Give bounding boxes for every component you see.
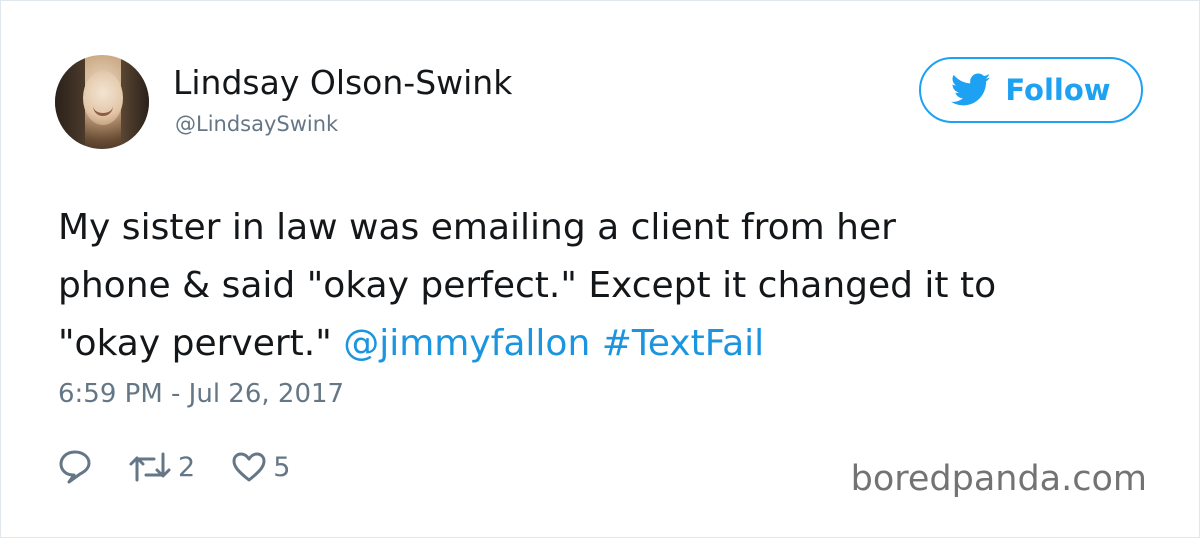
tweet-line-1: My sister in law was emailing a client f…: [58, 207, 896, 248]
follow-button[interactable]: Follow: [919, 57, 1143, 123]
like-count: 5: [273, 451, 291, 483]
avatar-face: [83, 71, 123, 125]
reply-icon: [59, 450, 91, 484]
tweet-timestamp[interactable]: 6:59 PM - Jul 26, 2017: [58, 379, 344, 409]
avatar-hair-right: [121, 55, 149, 149]
tweet-line-3: "okay pervert." @jimmyfallon #TextFail: [58, 315, 1158, 373]
author-display-name[interactable]: Lindsay Olson-Swink: [173, 63, 512, 102]
mention-link[interactable]: @jimmyfallon: [343, 323, 590, 364]
retweet-button[interactable]: 2: [128, 450, 195, 484]
watermark: boredpanda.com: [850, 459, 1147, 499]
hashtag-link[interactable]: #TextFail: [602, 323, 764, 364]
tweet-line-3-text: "okay pervert.": [58, 323, 344, 364]
retweet-count: 2: [178, 451, 196, 483]
tweet-card: Lindsay Olson-Swink @LindsaySwink Follow…: [0, 0, 1200, 538]
twitter-bird-icon: [951, 73, 991, 106]
tweet-text: My sister in law was emailing a client f…: [58, 199, 1158, 373]
avatar[interactable]: [55, 55, 149, 149]
reply-button[interactable]: [58, 449, 92, 485]
heart-icon: [232, 452, 266, 482]
avatar-hair-left: [55, 55, 85, 149]
follow-label: Follow: [1005, 73, 1111, 107]
author-handle[interactable]: @LindsaySwink: [175, 112, 338, 136]
tweet-line-2: phone & said "okay perfect." Except it c…: [58, 265, 997, 306]
tweet-actions: 2 5: [58, 447, 290, 487]
retweet-icon: [129, 452, 171, 482]
like-button[interactable]: 5: [231, 451, 290, 483]
